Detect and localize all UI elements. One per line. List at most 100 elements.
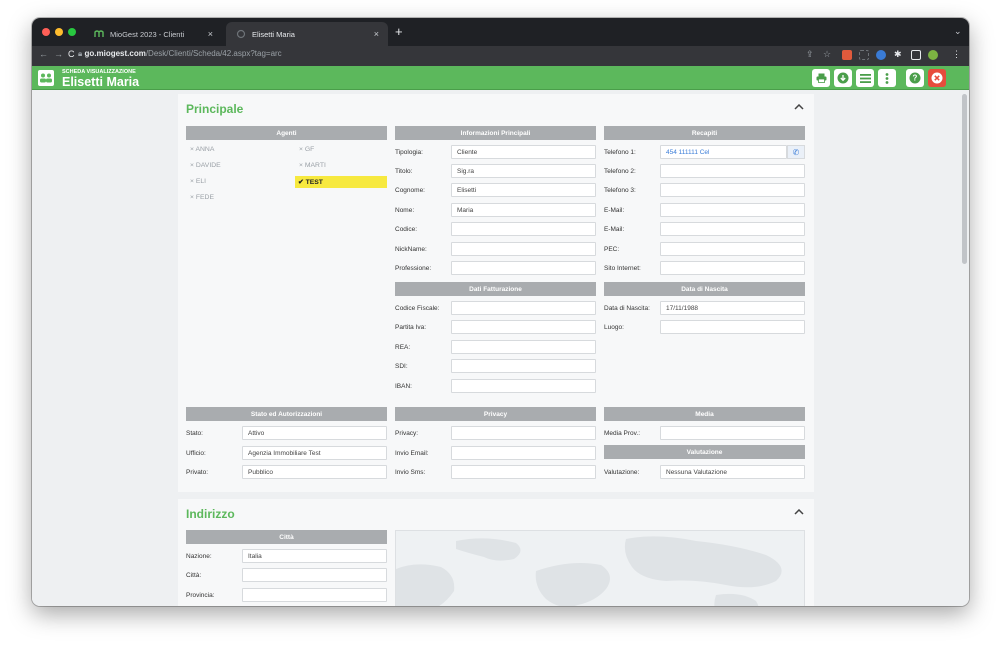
extension-icon[interactable]	[859, 50, 869, 60]
hamburger-icon	[859, 73, 871, 83]
valutazione-field[interactable]: Nessuna Valutazione	[660, 465, 805, 479]
invio-email-field[interactable]	[451, 446, 596, 460]
agent-anna[interactable]: × ANNA	[190, 146, 214, 153]
agent-label: TEST	[305, 178, 323, 186]
close-window-button[interactable]	[42, 28, 50, 36]
collapse-chevron-icon[interactable]	[794, 102, 804, 113]
partita-iva-field[interactable]	[451, 320, 596, 334]
close-record-button[interactable]	[928, 69, 946, 87]
minimize-window-button[interactable]	[55, 28, 63, 36]
profile-avatar[interactable]	[928, 50, 938, 60]
iban-field[interactable]	[451, 379, 596, 393]
download-button[interactable]	[834, 69, 852, 87]
agent-test-selected[interactable]: ✔ TEST	[295, 176, 387, 188]
download-icon	[837, 72, 849, 84]
sito-internet-field[interactable]	[660, 261, 805, 275]
provincia-label: Provincia:	[186, 592, 215, 599]
nickname-field[interactable]	[451, 242, 596, 256]
calendar-extension-icon[interactable]	[842, 50, 852, 60]
url-domain: go.miogest.com	[84, 49, 146, 58]
titolo-label: Titolo:	[395, 168, 413, 175]
citta-field[interactable]	[242, 568, 387, 582]
more-options-button[interactable]	[878, 69, 896, 87]
reload-icon[interactable]: C	[68, 49, 75, 59]
codice-field[interactable]	[451, 222, 596, 236]
email2-field[interactable]	[660, 222, 805, 236]
invio-sms-field[interactable]	[451, 465, 596, 479]
data-nascita-label: Data di Nascita:	[604, 305, 650, 312]
agent-label: FEDE	[195, 194, 214, 201]
info-principali-header: Informazioni Principali	[395, 126, 596, 140]
collapse-chevron-icon[interactable]	[794, 507, 804, 518]
page-scrollbar[interactable]	[962, 94, 967, 264]
tab-close-icon[interactable]: ×	[374, 29, 379, 39]
privacy-field[interactable]	[451, 426, 596, 440]
email1-label: E-Mail:	[604, 207, 625, 214]
codice-fiscale-field[interactable]	[451, 301, 596, 315]
nome-field[interactable]: Maria	[451, 203, 596, 217]
stato-field[interactable]: Attivo	[242, 426, 387, 440]
loading-icon	[236, 29, 246, 39]
svg-text:?: ?	[913, 74, 918, 83]
tab-label: MioGest 2023 - Clienti	[110, 29, 185, 39]
forward-arrow-icon[interactable]: →	[54, 49, 63, 59]
codice-label: Codice:	[395, 226, 418, 233]
puzzle-extensions-icon[interactable]: ✱	[894, 49, 902, 60]
phone-call-button[interactable]: ✆	[787, 145, 805, 159]
agent-eli[interactable]: × ELI	[190, 178, 206, 185]
media-prov-field[interactable]	[660, 426, 805, 440]
telefono3-field[interactable]	[660, 183, 805, 197]
professione-field[interactable]	[451, 261, 596, 275]
tab-elisetti-maria[interactable]: Elisetti Maria ×	[226, 22, 388, 46]
tipologia-label: Tipologia:	[395, 149, 423, 156]
titolo-field[interactable]: Sig.ra	[451, 164, 596, 178]
new-tab-button[interactable]: +	[395, 24, 403, 39]
page-title: Elisetti Maria	[62, 75, 140, 89]
partita-iva-label: Partita Iva:	[395, 324, 427, 331]
url-path: /Desk/Clienti/Scheda/42.aspx?tag=arc	[145, 49, 282, 58]
agent-davide[interactable]: × DAVIDE	[190, 162, 221, 169]
agent-marti[interactable]: × MARTI	[299, 162, 326, 169]
nazione-field[interactable]: Italia	[242, 549, 387, 563]
question-icon: ?	[909, 72, 921, 84]
telefono1-field[interactable]: 454 111111 Cel	[660, 145, 787, 159]
data-nascita-field[interactable]: 17/11/1988	[660, 301, 805, 315]
rea-field[interactable]	[451, 340, 596, 354]
kebab-menu-icon[interactable]: ⋮	[952, 49, 961, 60]
sdi-field[interactable]	[451, 359, 596, 373]
url-field[interactable]: 🔒︎ go.miogest.com/Desk/Clienti/Scheda/42…	[78, 49, 282, 59]
pec-field[interactable]	[660, 242, 805, 256]
ufficio-field[interactable]: Agenzia Immobiliare Test	[242, 446, 387, 460]
ufficio-label: Ufficio:	[186, 450, 206, 457]
privato-field[interactable]: Pubblico	[242, 465, 387, 479]
recapiti-header: Recapiti	[604, 126, 805, 140]
cognome-field[interactable]: Elisetti	[451, 183, 596, 197]
list-menu-button[interactable]	[856, 69, 874, 87]
agent-gf[interactable]: × GF	[299, 146, 314, 153]
tab-close-icon[interactable]: ×	[208, 29, 213, 39]
tab-miogest-clienti[interactable]: MioGest 2023 - Clienti ×	[84, 22, 222, 46]
blue-extension-icon[interactable]	[876, 50, 886, 60]
bookmark-star-icon[interactable]: ☆	[823, 49, 831, 60]
tipologia-field[interactable]: Cliente	[451, 145, 596, 159]
luogo-field[interactable]	[660, 320, 805, 334]
check-icon: ✔	[298, 179, 304, 186]
miogest-logo-icon	[94, 29, 104, 39]
maximize-window-button[interactable]	[68, 28, 76, 36]
provincia-field[interactable]	[242, 588, 387, 602]
tab-search-menu-icon[interactable]: ⌄	[954, 26, 962, 37]
sidepanel-icon[interactable]	[911, 50, 921, 60]
share-icon[interactable]: ⇪	[806, 49, 814, 60]
agent-fede[interactable]: × FEDE	[190, 194, 214, 201]
phone-icon: ✆	[792, 147, 800, 157]
print-button[interactable]	[812, 69, 830, 87]
nazione-label: Nazione:	[186, 553, 212, 560]
rea-label: REA:	[395, 344, 411, 351]
iban-label: IBAN:	[395, 383, 412, 390]
email1-field[interactable]	[660, 203, 805, 217]
back-arrow-icon[interactable]: ←	[39, 49, 48, 59]
invio-sms-label: Invio Sms:	[395, 469, 426, 476]
world-map[interactable]	[395, 530, 805, 606]
telefono2-field[interactable]	[660, 164, 805, 178]
help-button[interactable]: ?	[906, 69, 924, 87]
